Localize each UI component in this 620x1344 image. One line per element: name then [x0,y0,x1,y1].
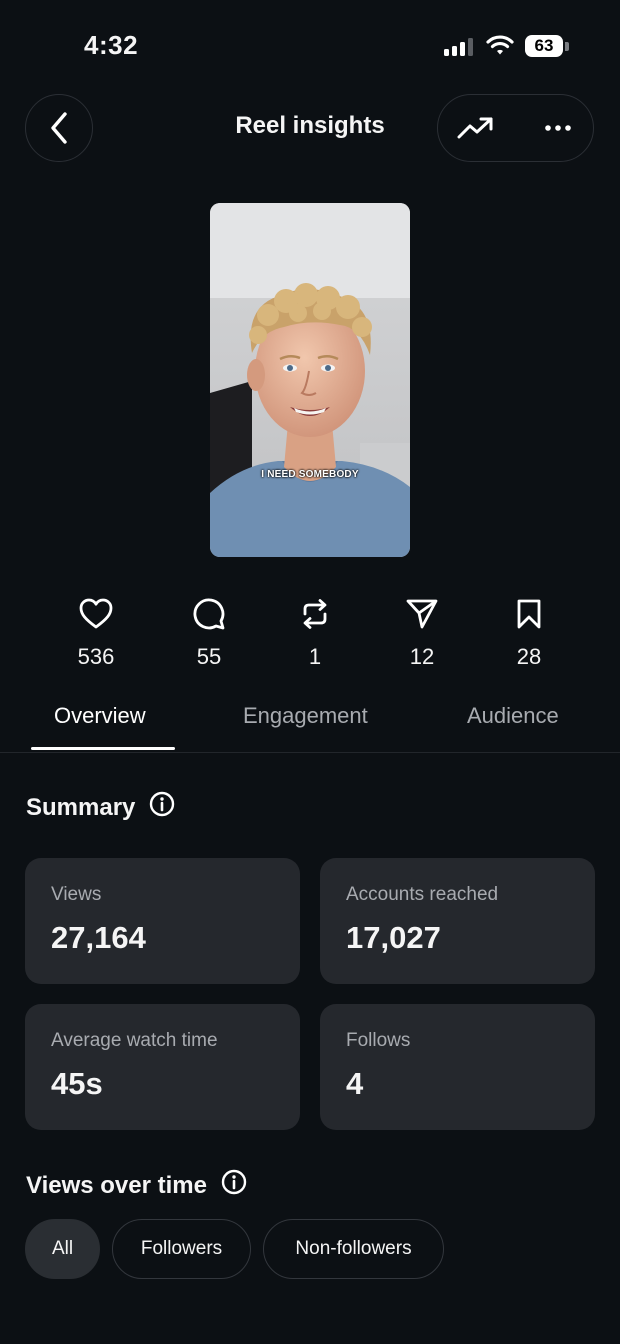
header-actions [437,94,594,162]
battery-cap [565,42,569,51]
accounts-reached-card[interactable]: Accounts reached 17,027 [320,858,595,984]
tabs-divider [0,752,620,753]
average-watch-time-value: 45s [51,1066,103,1101]
views-over-time-section-title: Views over time [26,1169,247,1202]
reel-caption: I NEED SOMEBODY [261,469,359,480]
shares-count: 12 [409,644,435,669]
active-tab-indicator [31,747,175,750]
cellular-signal-icon [444,38,473,56]
tab-engagement[interactable]: Engagement [243,703,368,729]
wifi-icon [486,34,514,61]
shares-stat: 12 [377,594,467,670]
summary-section-title: Summary [26,791,175,824]
more-options-button[interactable] [523,95,593,160]
likes-stat: 536 [51,594,141,670]
average-watch-time-label: Average watch time [51,1030,218,1051]
reel-thumbnail[interactable]: I NEED SOMEBODY [210,203,410,557]
average-watch-time-card[interactable]: Average watch time 45s [25,1004,300,1130]
summary-title: Summary [26,793,136,821]
views-card[interactable]: Views 27,164 [25,858,300,984]
trends-button[interactable] [441,95,511,160]
reposts-count: 1 [308,644,322,669]
battery-indicator: 63 [525,35,563,57]
views-over-time-info-icon[interactable] [221,1169,247,1202]
saves-count: 28 [516,644,542,669]
filter-all-chip[interactable]: All [25,1219,100,1279]
accounts-reached-label: Accounts reached [346,884,499,905]
reposts-stat: 1 [270,594,360,670]
share-icon [377,594,467,634]
views-value: 27,164 [51,920,146,955]
views-label: Views [51,884,102,905]
accounts-reached-value: 17,027 [346,920,441,955]
more-horizontal-icon [545,124,571,131]
follows-value: 4 [346,1066,364,1101]
tab-overview[interactable]: Overview [54,703,146,729]
comments-count: 55 [196,644,222,669]
status-time: 4:32 [84,30,139,60]
comment-icon [164,594,254,634]
reel-thumbnail-image [210,203,410,557]
filter-non-followers-chip[interactable]: Non-followers [263,1219,444,1279]
summary-info-icon[interactable] [149,791,175,824]
follows-label: Follows [346,1030,411,1051]
comments-stat: 55 [164,594,254,670]
trending-up-icon [457,117,493,138]
bookmark-icon [484,594,574,634]
tab-audience[interactable]: Audience [467,703,559,729]
saves-stat: 28 [484,594,574,670]
likes-count: 536 [77,644,115,669]
heart-icon [51,594,141,634]
views-over-time-title: Views over time [26,1171,207,1199]
follows-card[interactable]: Follows 4 [320,1004,595,1130]
filter-followers-chip[interactable]: Followers [112,1219,251,1279]
repost-icon [270,594,360,634]
